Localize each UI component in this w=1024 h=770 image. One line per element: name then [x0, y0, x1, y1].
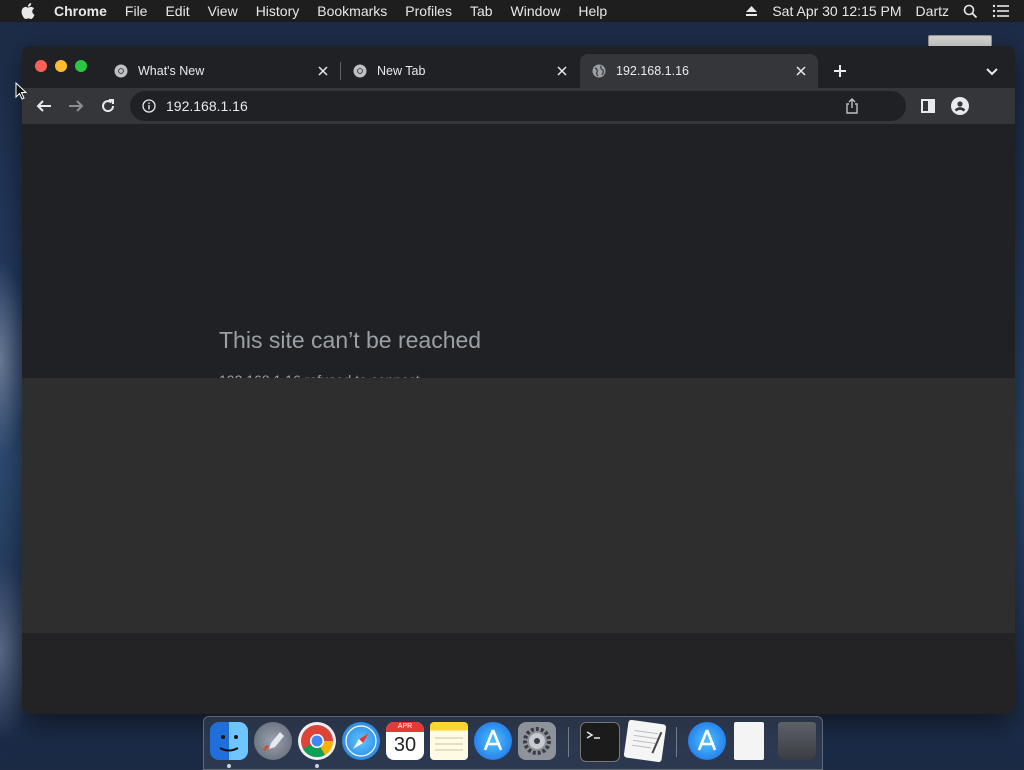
compass-icon — [345, 725, 377, 757]
notes-lines-icon — [435, 737, 463, 751]
error-title: This site can’t be reached — [219, 327, 482, 353]
reload-icon — [102, 99, 115, 113]
calendar-month: APR — [386, 722, 424, 732]
menu-profiles[interactable]: Profiles — [405, 3, 452, 19]
textedit-icon[interactable] — [623, 719, 667, 763]
user-name[interactable]: Dartz — [916, 3, 949, 19]
finder-icon[interactable] — [210, 722, 248, 760]
page-overlay-panel — [22, 378, 1015, 633]
back-arrow-icon — [36, 100, 51, 112]
page-content: This site can’t be reached 192.168.1.16 … — [22, 124, 1015, 714]
close-tab-icon[interactable] — [555, 64, 569, 78]
running-indicator — [315, 764, 319, 768]
finder-face-icon — [219, 735, 239, 752]
dock-separator — [676, 727, 677, 757]
browser-toolbar: 192.168.1.16 — [22, 88, 1015, 124]
forward-button[interactable] — [66, 96, 86, 116]
tab-whats-new[interactable]: What's New — [102, 54, 340, 88]
notes-icon[interactable] — [430, 722, 468, 760]
tab-active-192-168-1-16[interactable]: 192.168.1.16 — [580, 54, 818, 88]
menu-bar-status-area: Sat Apr 30 12:15 PM Dartz — [745, 0, 1024, 22]
calendar-day: 30 — [393, 734, 417, 756]
tab-label: 192.168.1.16 — [616, 64, 689, 78]
side-panel-button[interactable] — [919, 97, 937, 115]
tab-label: What's New — [138, 64, 205, 78]
chrome-icon — [353, 64, 367, 78]
running-indicator — [227, 764, 231, 768]
app-store-a-icon — [697, 729, 717, 751]
rocket-icon — [262, 732, 284, 752]
menu-window[interactable]: Window — [511, 3, 561, 19]
browser-window: What's New New Tab 192.168.1.16 192.168.… — [22, 46, 1015, 714]
spotlight-search-icon[interactable] — [963, 4, 978, 19]
menu-bookmarks[interactable]: Bookmarks — [317, 3, 387, 19]
page-bottom-area — [22, 633, 1015, 714]
profile-icon — [951, 97, 969, 115]
menu-app-name[interactable]: Chrome — [54, 3, 107, 19]
share-icon[interactable] — [844, 98, 860, 114]
close-tab-icon[interactable] — [794, 64, 808, 78]
menu-bar: Chrome File Edit View History Bookmarks … — [0, 0, 1024, 22]
reload-button[interactable] — [98, 96, 118, 116]
address-bar[interactable]: 192.168.1.16 — [130, 91, 906, 121]
document-icon[interactable] — [734, 722, 764, 760]
mouse-pointer-icon — [15, 82, 27, 100]
control-center-icon[interactable] — [992, 4, 1010, 18]
dock-separator — [568, 727, 569, 757]
trash-icon[interactable] — [778, 722, 816, 760]
system-preferences-icon[interactable] — [518, 722, 556, 760]
menu-tab[interactable]: Tab — [470, 3, 493, 19]
text-document-icon — [632, 729, 663, 754]
globe-icon — [592, 64, 606, 78]
close-tab-icon[interactable] — [316, 64, 330, 78]
safari-icon[interactable] — [342, 722, 380, 760]
apple-icon[interactable] — [21, 3, 35, 19]
tab-label: New Tab — [377, 64, 426, 78]
chrome-icon — [114, 64, 128, 78]
tab-strip: What's New New Tab 192.168.1.16 — [22, 46, 1015, 88]
menu-file[interactable]: File — [125, 3, 148, 19]
menu-history[interactable]: History — [256, 3, 300, 19]
url-text[interactable]: 192.168.1.16 — [166, 98, 844, 114]
menu-help[interactable]: Help — [578, 3, 607, 19]
downloads-stack-icon[interactable] — [688, 722, 726, 760]
terminal-icon[interactable] — [580, 722, 620, 762]
menu-edit[interactable]: Edit — [165, 3, 189, 19]
menu-view[interactable]: View — [208, 3, 238, 19]
back-button[interactable] — [34, 96, 54, 116]
forward-arrow-icon — [69, 100, 84, 112]
terminal-prompt-icon — [586, 731, 600, 739]
calendar-icon[interactable]: APR 30 — [386, 722, 424, 760]
app-store-a-icon — [483, 729, 503, 751]
plus-icon — [834, 65, 846, 77]
clock[interactable]: Sat Apr 30 12:15 PM — [772, 3, 901, 19]
profile-button[interactable] — [951, 97, 969, 115]
app-store-icon[interactable] — [474, 722, 512, 760]
launchpad-icon[interactable] — [254, 722, 292, 760]
side-panel-icon — [921, 99, 935, 113]
google-chrome-icon[interactable] — [298, 722, 336, 760]
eject-icon[interactable] — [745, 5, 758, 17]
close-window-button[interactable] — [35, 60, 47, 72]
chrome-logo-icon — [301, 725, 334, 758]
minimize-window-button[interactable] — [55, 60, 67, 72]
gear-icon — [523, 727, 551, 755]
dock: APR 30 — [203, 716, 823, 770]
new-tab-button[interactable] — [830, 61, 850, 81]
tab-new-tab[interactable]: New Tab — [341, 54, 579, 88]
tab-search-chevron-icon[interactable] — [984, 63, 1000, 79]
site-info-icon[interactable] — [142, 99, 156, 113]
zoom-window-button[interactable] — [75, 60, 87, 72]
